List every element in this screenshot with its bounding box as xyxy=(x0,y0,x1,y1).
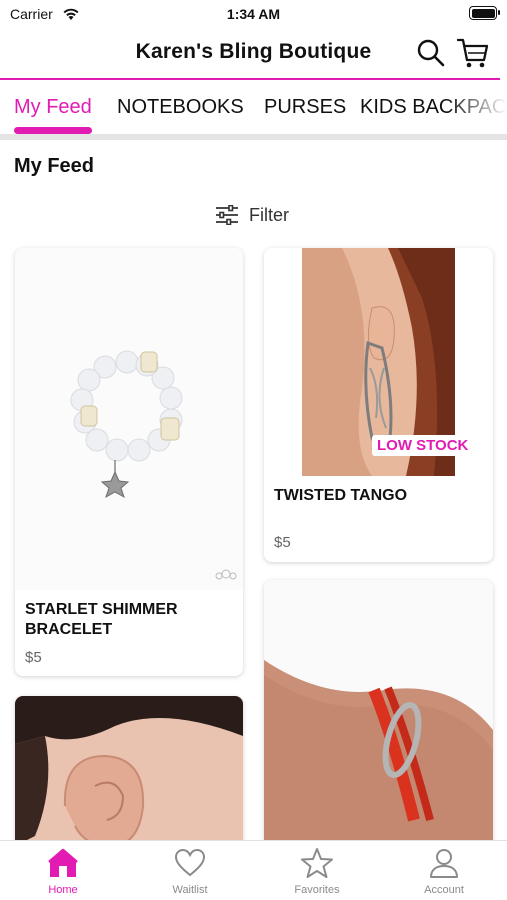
bottom-nav: Home Waitlist Favorites Account xyxy=(0,840,507,900)
status-bar: Carrier 1:34 AM xyxy=(0,0,507,28)
nav-account-label: Account xyxy=(424,884,464,896)
star-icon xyxy=(301,848,333,878)
tab-purses[interactable]: PURSES xyxy=(264,96,346,119)
status-time: 1:34 AM xyxy=(226,6,281,22)
cart-icon[interactable] xyxy=(456,36,490,70)
product-name: TWISTED TANGO xyxy=(274,487,408,504)
filter-label: Filter xyxy=(249,204,289,225)
nav-waitlist[interactable]: Waitlist xyxy=(127,841,253,900)
nav-favorites[interactable]: Favorites xyxy=(254,841,380,900)
product-card[interactable] xyxy=(264,580,493,880)
section-title: My Feed xyxy=(14,155,95,177)
battery-icon xyxy=(469,6,500,20)
filter-button[interactable]: Filter xyxy=(215,202,289,228)
nav-waitlist-label: Waitlist xyxy=(172,884,208,896)
nav-favorites-label: Favorites xyxy=(294,884,340,896)
tabs-bottom-border xyxy=(0,134,507,140)
nav-account[interactable]: Account xyxy=(381,841,507,900)
active-tab-indicator xyxy=(14,127,92,134)
tab-notebooks[interactable]: NOTEBOOKS xyxy=(117,96,244,119)
home-icon xyxy=(48,848,78,877)
nav-home-label: Home xyxy=(48,884,78,896)
tab-my-feed[interactable]: My Feed xyxy=(14,96,92,119)
app-header: Karen's Bling Boutique xyxy=(0,28,507,78)
product-image xyxy=(264,580,493,880)
product-image xyxy=(15,248,243,590)
product-card[interactable]: STARLET SHIMMER BRACELET $5 xyxy=(15,248,243,676)
product-name: STARLET SHIMMER BRACELET xyxy=(25,601,178,638)
product-price: $5 xyxy=(25,649,42,666)
heart-icon xyxy=(174,848,206,877)
search-icon[interactable] xyxy=(416,38,446,68)
filter-icon xyxy=(216,205,238,225)
person-icon xyxy=(430,849,458,878)
product-card[interactable]: LOW STOCK TWISTED TANGO $5 xyxy=(264,248,493,562)
nav-home[interactable]: Home xyxy=(0,841,126,900)
low-stock-badge: LOW STOCK xyxy=(372,435,474,456)
product-price: $5 xyxy=(274,534,291,551)
tabs-fade xyxy=(447,80,507,130)
